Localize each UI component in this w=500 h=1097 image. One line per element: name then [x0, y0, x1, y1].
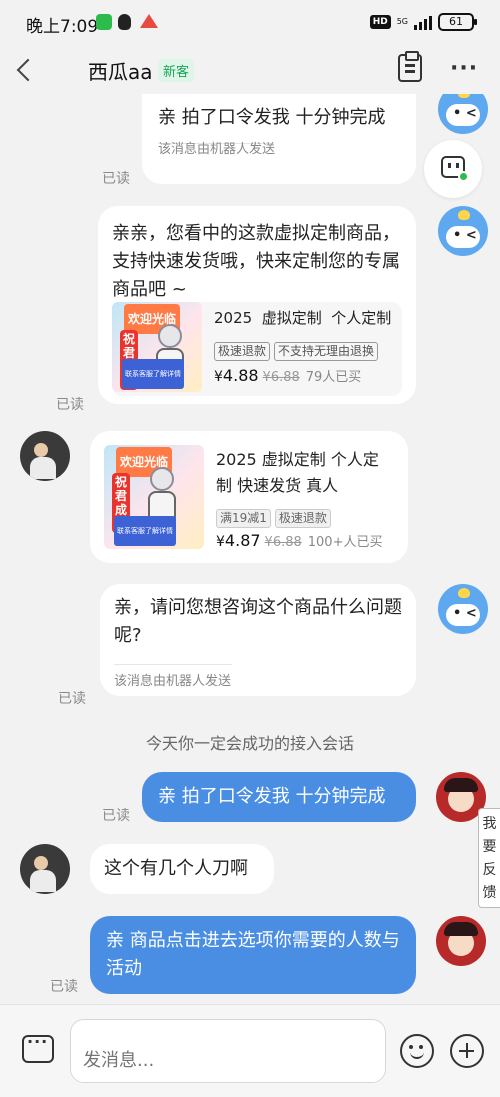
message-bubble[interactable]: 亲 商品点击进去选项你需要的人数与活动 [90, 916, 416, 994]
robot-sent-note: 该消息由机器人发送 [158, 142, 276, 157]
status-time: 晚上7:09 [26, 17, 99, 37]
read-receipt: 已读 [102, 808, 130, 824]
message-text: 这个有几个人刀啊 [104, 858, 248, 879]
divider [114, 664, 232, 665]
agent-avatar[interactable] [436, 916, 486, 966]
read-receipt: 已读 [56, 397, 84, 413]
message-text: 亲，请问您想咨询这个商品什么问题呢? [114, 597, 402, 646]
system-notice: 今天你一定会成功的接入会话 [145, 734, 354, 753]
read-receipt: 已读 [58, 691, 86, 707]
new-customer-badge: 新客 [158, 59, 195, 82]
wechat-icon [96, 14, 112, 30]
message-text: 亲 拍了口令发我 十分钟完成 [158, 107, 386, 128]
product-title: 2025 虚拟定制 个人定制 [214, 309, 392, 327]
product-tag: 极速退款 [274, 509, 331, 528]
product-price: 4.88 [222, 366, 259, 385]
product-tags: 极速退款 不支持无理由退换 [214, 336, 382, 364]
message-bubble[interactable]: 亲，请问您想咨询这个商品什么问题呢? 该消息由机器人发送 [100, 584, 416, 696]
message-input[interactable] [70, 1019, 386, 1083]
feedback-char: 我 [482, 816, 497, 832]
thumb-contact-strip: 联系客服了解详情 [122, 359, 184, 389]
feedback-char: 要 [482, 839, 497, 855]
figurine-image [142, 467, 182, 523]
qq-icon [118, 14, 131, 30]
user-avatar[interactable] [20, 844, 70, 894]
online-status-dot [458, 171, 469, 182]
message-text: 亲 商品点击进去选项你需要的人数与活动 [106, 930, 400, 979]
message-bubble[interactable]: 亲 拍了口令发我 十分钟完成 该消息由机器人发送 [142, 94, 416, 184]
order-list-icon[interactable] [398, 51, 422, 82]
feedback-char: 反 [482, 862, 497, 878]
product-tag: 不支持无理由退换 [274, 342, 379, 361]
message-bubble[interactable]: 亲亲，您看中的这款虚拟定制商品，支持快速发货哦，快来定制您的专属商品吧 ~ 欢迎… [98, 206, 416, 404]
status-bar: 晚上7:09 HD 5G 61 [0, 0, 500, 44]
app-notification-icon [140, 14, 158, 28]
more-options-icon[interactable]: ··· [450, 56, 478, 81]
user-avatar[interactable] [20, 431, 70, 481]
currency-symbol: ¥ [216, 534, 225, 550]
product-tag: 极速退款 [214, 342, 271, 361]
signal-icon [414, 14, 432, 30]
plus-icon[interactable] [450, 1034, 484, 1068]
robot-sent-note: 该消息由机器人发送 [114, 674, 232, 689]
read-receipt: 已读 [102, 171, 130, 187]
battery-icon: 61 [438, 13, 477, 31]
message-bubble[interactable]: 亲 拍了口令发我 十分钟完成 [142, 772, 416, 822]
emoji-icon[interactable] [400, 1034, 434, 1068]
bot-avatar[interactable] [438, 584, 488, 634]
message-list[interactable]: 亲 拍了口令发我 十分钟完成 该消息由机器人发送 已读 亲亲，您看中的这款虚拟定… [0, 94, 500, 1004]
contact-name: 西瓜aa [88, 60, 153, 84]
product-title: 2025 虚拟定制 个人定制 快速发货 真人 [216, 450, 379, 495]
product-card[interactable]: 欢迎光临 祝君成功 联系客服了解详情 2025 虚拟定制 个人定制 快速发货 真… [104, 445, 394, 550]
message-bubble[interactable]: 这个有几个人刀啊 [90, 844, 274, 894]
network-label: 5G [396, 17, 408, 26]
robot-assistant-button[interactable] [424, 140, 482, 198]
product-thumbnail: 欢迎光临 祝君成功 联系客服了解详情 [104, 445, 204, 549]
product-tag: 满19减1 [216, 509, 271, 528]
product-price: 4.87 [224, 531, 261, 550]
product-sold-count: 100+人已买 [307, 535, 383, 550]
message-text: 亲 拍了口令发我 十分钟完成 [158, 786, 386, 807]
feedback-char: 馈 [482, 885, 497, 901]
product-old-price: ¥6.88 [262, 370, 300, 385]
feedback-tab[interactable]: 我 要 反 馈 [478, 808, 500, 908]
quick-reply-icon[interactable] [22, 1032, 54, 1063]
input-bar [0, 1004, 500, 1097]
hd-badge: HD [369, 15, 391, 29]
read-receipt: 已读 [50, 979, 78, 995]
back-button[interactable] [14, 52, 36, 78]
bot-avatar[interactable] [438, 94, 488, 134]
message-text: 亲亲，您看中的这款虚拟定制商品，支持快速发货哦，快来定制您的专属商品吧 ~ [112, 223, 400, 300]
chat-header: 西瓜aa 新客 ··· [0, 44, 500, 94]
message-bubble[interactable]: 欢迎光临 祝君成功 联系客服了解详情 2025 虚拟定制 个人定制 快速发货 真… [90, 431, 408, 563]
product-thumbnail: 欢迎光临 祝君成功 联系客服了解详情 [112, 302, 202, 392]
bot-avatar[interactable] [438, 206, 488, 256]
product-price-row: ¥4.88 ¥6.88 79人已买 [214, 362, 361, 392]
product-old-price: ¥6.88 [264, 535, 302, 550]
product-sold-count: 79人已买 [305, 370, 362, 385]
thumb-contact-strip: 联系客服了解详情 [114, 516, 176, 546]
product-card[interactable]: 欢迎光临 祝君成功 联系客服了解详情 2025 虚拟定制 个人定制 极速退款不支… [112, 302, 402, 396]
product-price-row: ¥4.87 ¥6.88 100+人已买 [216, 527, 382, 557]
currency-symbol: ¥ [214, 369, 223, 385]
